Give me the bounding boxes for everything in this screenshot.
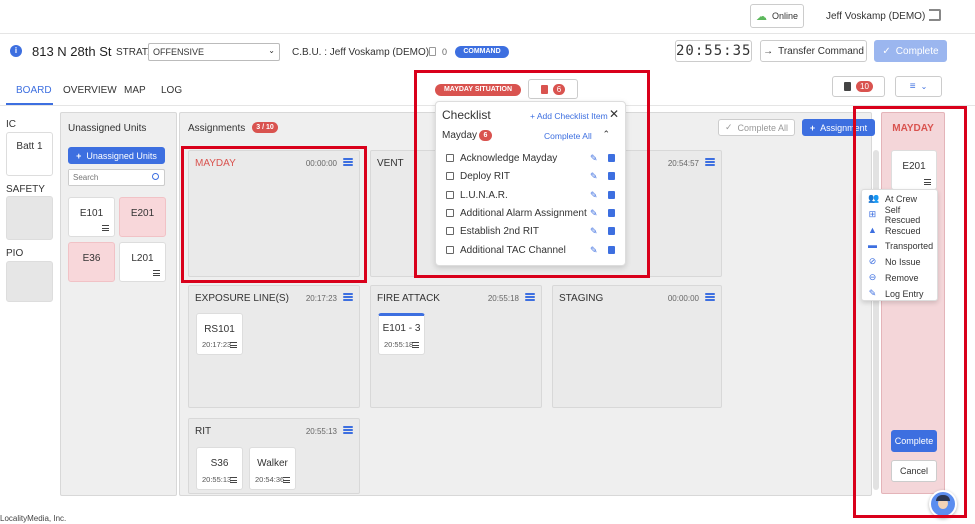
complete-all-button[interactable]: ✓ Complete All	[718, 119, 795, 136]
cloud-icon: ☁	[755, 10, 767, 23]
info-icon[interactable]: i	[10, 45, 22, 57]
menu-icon[interactable]	[230, 477, 237, 483]
transfer-command-button[interactable]: → Transfer Command	[760, 40, 867, 62]
check-icon: ✓	[724, 122, 733, 132]
unassigned-panel: Unassigned Units + Unassigned Units E101…	[60, 112, 177, 496]
menu-icon[interactable]	[230, 342, 237, 348]
search-input[interactable]	[69, 170, 147, 185]
assignment-exposure-lines[interactable]: EXPOSURE LINE(S) 20:17:23 RS101 20:17:23	[188, 285, 360, 408]
unit-card-l201[interactable]: L201	[119, 242, 166, 282]
unassigned-units-button[interactable]: + Unassigned Units	[68, 147, 165, 164]
strat-label: STRAT.	[116, 47, 150, 58]
logout-icon[interactable]	[929, 9, 941, 21]
unit-card-e36[interactable]: E36	[68, 242, 115, 282]
assignment-name: RIT	[195, 426, 212, 437]
unassigned-title: Unassigned Units	[68, 123, 147, 134]
assignment-name: EXPOSURE LINE(S)	[195, 293, 289, 304]
assignment-timer: 20:17:23	[305, 294, 337, 303]
complete-incident-button[interactable]: ✓ Complete	[874, 40, 947, 62]
menu-icon[interactable]	[705, 158, 715, 166]
ic-unit-label: Batt 1	[16, 141, 43, 152]
assignment-timer: 20:55:18	[487, 294, 519, 303]
unit-search[interactable]	[68, 169, 165, 186]
assignment-rit[interactable]: RIT 20:55:13 S36 20:55:13 Walker 20:54:3…	[188, 418, 360, 494]
incident-clock: 20:55:35	[675, 40, 752, 62]
assignments-count-badge: 3 / 10	[252, 122, 278, 133]
user-name: Jeff Voskamp (DEMO)	[826, 11, 926, 22]
clipboard-icon	[844, 82, 852, 91]
units-count-button[interactable]: 10	[832, 76, 885, 97]
list-icon: ≡	[909, 81, 916, 92]
tab-map[interactable]: MAP	[124, 85, 146, 96]
assignment-fire-attack[interactable]: FIRE ATTACK 20:55:18 E101 - 3 20:55:18	[370, 285, 542, 408]
tab-board[interactable]: BOARD	[16, 85, 52, 96]
highlight-box-mayday-column	[181, 146, 367, 283]
unit-card-e101[interactable]: E101	[68, 197, 115, 237]
copy-icon	[429, 47, 436, 56]
unit-card-walker[interactable]: Walker 20:54:36	[249, 447, 296, 490]
view-options-dropdown[interactable]: ≡ ⌄	[895, 76, 942, 97]
assignments-title: Assignments	[188, 123, 246, 134]
menu-icon[interactable]	[525, 293, 535, 301]
tab-log[interactable]: LOG	[161, 85, 182, 96]
menu-icon[interactable]	[153, 270, 160, 276]
unit-card-s36[interactable]: S36 20:55:13	[196, 447, 243, 490]
assignment-name: VENT	[377, 158, 404, 169]
pio-slot[interactable]	[6, 261, 53, 302]
chevron-down-icon: ⌄	[920, 82, 928, 91]
footer-company: LocalityMedia, Inc.	[0, 514, 67, 523]
assignment-timer: 00:00:00	[667, 294, 699, 303]
tab-overview[interactable]: OVERVIEW	[63, 85, 117, 96]
search-icon[interactable]	[152, 173, 159, 180]
assignment-name: STAGING	[559, 293, 604, 304]
command-badge: COMMAND	[455, 46, 509, 58]
menu-icon[interactable]	[705, 293, 715, 301]
online-label: Online	[771, 11, 798, 21]
unit-card-e101-3[interactable]: E101 - 3 20:55:18	[378, 313, 425, 355]
cbu-label: C.B.U. : Jeff Voskamp (DEMO)	[292, 47, 430, 58]
strat-select[interactable]: OFFENSIVE ⌄	[148, 43, 280, 61]
ic-slot[interactable]: Batt 1	[6, 132, 53, 176]
assignment-staging[interactable]: STAGING 00:00:00	[552, 285, 722, 408]
menu-icon[interactable]	[283, 477, 290, 483]
copy-count: 0	[442, 47, 448, 57]
check-icon: ✓	[882, 45, 891, 57]
menu-icon[interactable]	[343, 426, 353, 434]
assignment-timer: 20:55:13	[305, 427, 337, 436]
online-status[interactable]: ☁ Online	[750, 4, 804, 28]
menu-icon[interactable]	[343, 293, 353, 301]
plus-icon: +	[809, 122, 816, 133]
arrow-right-icon: →	[763, 45, 774, 57]
menu-icon[interactable]	[412, 342, 419, 348]
unit-card-e201[interactable]: E201	[119, 197, 166, 237]
safety-slot[interactable]	[6, 196, 53, 240]
incident-address: 813 N 28th St	[32, 44, 112, 59]
highlight-box-checklist	[414, 70, 650, 278]
assignment-timer: 20:54:57	[667, 159, 699, 168]
assignment-name: FIRE ATTACK	[377, 293, 440, 304]
menu-icon[interactable]	[102, 225, 109, 231]
unit-card-rs101[interactable]: RS101 20:17:23	[196, 313, 243, 355]
plus-icon: +	[76, 150, 82, 161]
chevron-down-icon: ⌄	[268, 46, 275, 55]
highlight-box-mayday-panel	[853, 106, 967, 518]
pio-label: PIO	[6, 248, 24, 259]
ic-label: IC	[6, 119, 16, 130]
safety-label: SAFETY	[6, 184, 45, 195]
